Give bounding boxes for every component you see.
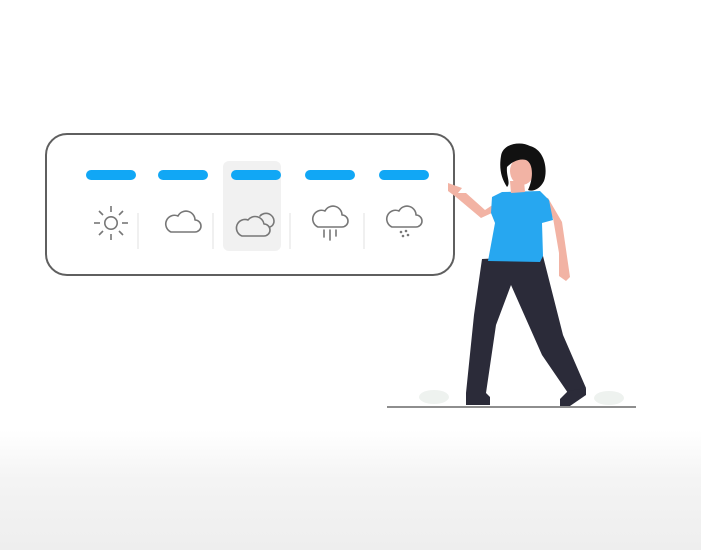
pointing-arm	[448, 183, 494, 218]
bush-left	[419, 390, 449, 404]
shoe-left	[466, 393, 490, 405]
woman-pointing-illustration	[387, 143, 636, 408]
weather-illustration-scene	[0, 0, 701, 550]
shirt	[488, 191, 553, 262]
shoe-right	[560, 388, 586, 406]
bush-right	[594, 391, 624, 405]
